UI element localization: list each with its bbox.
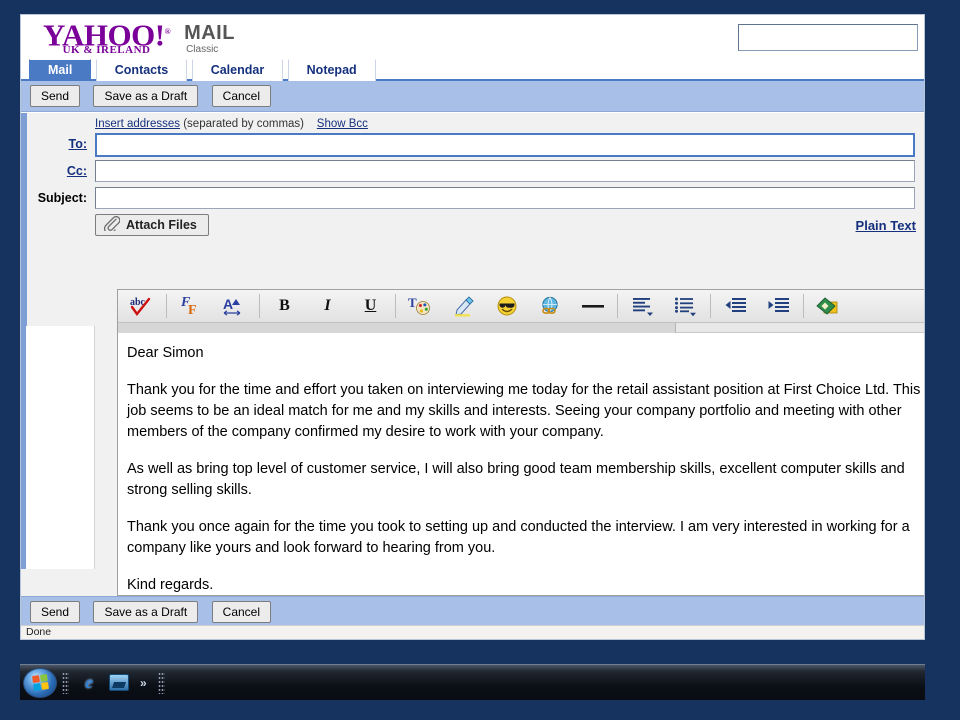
yahoo-logo[interactable]: YAHOO!® UK & IRELAND MAIL Classic [43, 17, 235, 56]
left-side-panel [21, 326, 95, 569]
registered-mark-icon: ® [164, 27, 171, 36]
browser-content-window: YAHOO!® UK & IRELAND MAIL Classic Mail C… [20, 14, 925, 640]
message-greeting: Dear Simon [127, 345, 204, 361]
save-draft-button-bottom[interactable]: Save as a Draft [93, 601, 199, 623]
align-icon[interactable] [621, 291, 664, 322]
list-icon[interactable] [664, 291, 707, 322]
svg-text:T: T [408, 295, 417, 310]
status-text: Done [26, 626, 52, 638]
spellcheck-icon[interactable]: abc [120, 291, 163, 322]
message-body[interactable]: Dear Simon Thank you for the time and ef… [118, 334, 924, 595]
message-paragraph-1: Thank you for the time and effort you ta… [127, 382, 921, 440]
search-box[interactable] [738, 24, 918, 51]
underline-icon[interactable]: U [349, 291, 392, 322]
bold-icon[interactable]: B [263, 291, 306, 322]
to-label[interactable]: To: [21, 137, 87, 151]
cc-field-row: Cc: [67, 160, 924, 184]
attach-files-button[interactable]: Attach Files [95, 214, 209, 236]
show-bcc-link[interactable]: Show Bcc [317, 118, 368, 130]
editor-scrollbar-thumb[interactable] [118, 323, 676, 333]
rte-toolbar: abc F F A B I U T [118, 290, 924, 323]
plain-text-link[interactable]: Plain Text [856, 218, 916, 233]
compose-pane: Insert addresses (separated by commas) S… [21, 113, 924, 596]
taskbar-overflow-chevron[interactable]: » [140, 676, 147, 690]
rich-text-editor: abc F F A B I U T Dear Simon Thank you f… [117, 289, 924, 596]
emoticon-icon[interactable] [485, 291, 528, 322]
media-player-icon[interactable] [107, 671, 131, 695]
attach-files-label: Attach Files [126, 218, 197, 232]
windows-flag-icon [31, 674, 49, 691]
font-size-icon[interactable]: A [213, 291, 256, 322]
taskbar-bottom-strip [20, 700, 925, 706]
compose-action-bar-top: Send Save as a Draft Cancel [21, 81, 924, 112]
insert-addresses-note: (separated by commas) [183, 118, 305, 130]
main-tabs: Mail Contacts Calendar Notepad [21, 59, 924, 81]
to-input[interactable] [95, 133, 915, 157]
cc-input[interactable] [95, 160, 915, 182]
decrease-indent-icon[interactable] [714, 291, 757, 322]
increase-indent-icon[interactable] [757, 291, 800, 322]
svg-text:F: F [188, 303, 197, 317]
taskbar-grip[interactable] [62, 671, 69, 694]
svg-text:A: A [223, 296, 233, 312]
product-name: MAIL [184, 22, 235, 44]
to-field-row: To: [68, 133, 924, 157]
start-button-icon[interactable] [23, 667, 57, 698]
toolbar-separator [710, 294, 711, 318]
compose-action-bar-bottom: Send Save as a Draft Cancel [21, 596, 924, 625]
toolbar-separator [803, 294, 804, 318]
send-button-top[interactable]: Send [30, 85, 81, 107]
highlighter-icon[interactable] [442, 291, 485, 322]
stationery-icon[interactable] [807, 291, 850, 322]
taskbar-grip[interactable] [157, 671, 165, 694]
product-edition: Classic [186, 44, 219, 55]
message-paragraph-3: Thank you once again for the time you to… [127, 519, 910, 556]
horizontal-rule-icon[interactable] [571, 291, 614, 322]
browser-status-bar: Done [21, 625, 924, 639]
editor-horizontal-scrollbar[interactable] [118, 323, 924, 333]
insert-link-icon[interactable] [528, 291, 571, 322]
italic-icon[interactable]: I [306, 291, 349, 322]
internet-explorer-icon[interactable]: e [77, 671, 101, 695]
paperclip-icon [103, 215, 121, 235]
insert-addresses-link[interactable]: Insert addresses [95, 118, 180, 130]
yahoo-header: YAHOO!® UK & IRELAND MAIL Classic [21, 15, 924, 59]
windows-taskbar: e » [20, 664, 925, 700]
toolbar-separator [166, 294, 167, 318]
message-closing: Kind regards. [127, 577, 214, 593]
subject-label: Subject: [37, 191, 87, 205]
subject-input[interactable] [95, 187, 915, 209]
save-draft-button-top[interactable]: Save as a Draft [93, 85, 199, 107]
cancel-button-bottom[interactable]: Cancel [211, 601, 272, 623]
cancel-button-top[interactable]: Cancel [211, 85, 272, 107]
tab-mail[interactable]: Mail [29, 59, 92, 81]
attach-row: Attach Files Plain Text [95, 214, 924, 240]
yahoo-wordmark: YAHOO!® UK & IRELAND [43, 17, 171, 56]
toolbar-separator [395, 294, 396, 318]
toolbar-separator [617, 294, 618, 318]
compose-fields: Insert addresses (separated by commas) S… [38, 113, 924, 240]
tab-contacts[interactable]: Contacts [95, 59, 188, 81]
toolbar-separator [259, 294, 260, 318]
font-family-icon[interactable]: F F [170, 291, 213, 322]
insert-addresses-row: Insert addresses (separated by commas) S… [95, 113, 924, 133]
message-paragraph-2: As well as bring top level of customer s… [127, 461, 905, 498]
send-button-bottom[interactable]: Send [30, 601, 81, 623]
desktop-background: YAHOO!® UK & IRELAND MAIL Classic Mail C… [0, 0, 960, 720]
mail-product-label: MAIL Classic [184, 17, 235, 55]
tab-calendar[interactable]: Calendar [191, 59, 284, 81]
subject-field-row: Subject: [38, 187, 924, 211]
tab-notepad[interactable]: Notepad [287, 59, 376, 81]
cc-label[interactable]: Cc: [21, 164, 87, 178]
text-color-icon[interactable]: T [399, 291, 442, 322]
search-input[interactable] [739, 25, 917, 50]
